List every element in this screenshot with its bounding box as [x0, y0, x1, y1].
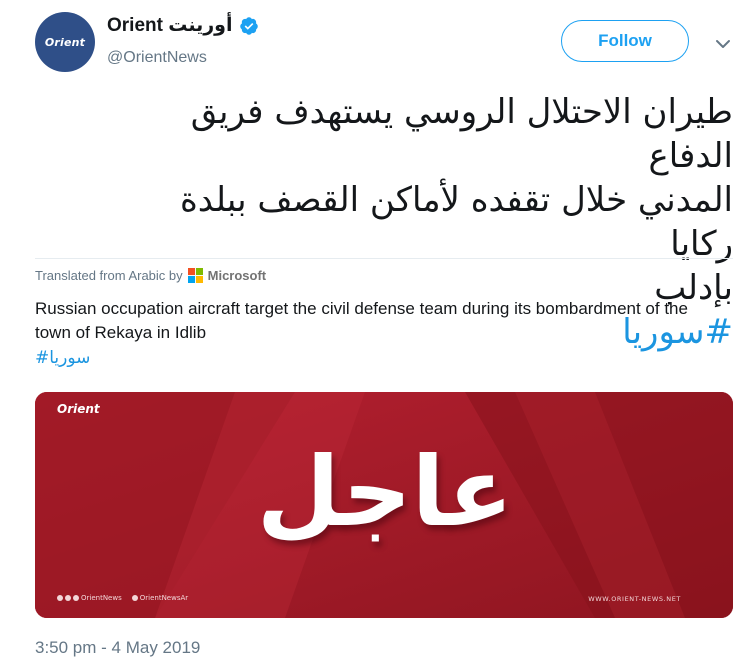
- microsoft-icon: [187, 268, 203, 283]
- tweet-card: Orient Orient أورينت @OrientNews Follow …: [0, 0, 753, 671]
- breaking-news-headline: عاجل: [256, 436, 514, 548]
- tweet-text-line: طيران الاحتلال الروسي يستهدف فريق الدفاع: [190, 92, 733, 176]
- translated-from-label: Translated from Arabic by: [35, 268, 183, 283]
- verified-badge-icon: [239, 16, 258, 35]
- media-social-handles: OrientNews OrientNewsAr: [57, 594, 188, 602]
- social-icon: [65, 595, 71, 601]
- social-handle: OrientNewsAr: [139, 594, 189, 602]
- social-icon: [57, 595, 63, 601]
- handle[interactable]: @OrientNews: [107, 49, 207, 67]
- timestamp-link[interactable]: 3:50 pm - 4 May 2019: [35, 638, 200, 658]
- display-name[interactable]: Orient أورينت: [107, 14, 233, 37]
- translated-text: Russian occupation aircraft target the c…: [35, 299, 688, 342]
- orient-logo: Orient: [44, 35, 86, 49]
- microsoft-label: Microsoft: [207, 268, 267, 283]
- translation-attribution: Translated from Arabic by Microsoft: [35, 268, 266, 283]
- social-handle: OrientNews: [81, 594, 122, 602]
- translated-hashtag-link[interactable]: #سوريا: [35, 348, 90, 368]
- social-icon: [131, 595, 138, 601]
- media-image[interactable]: Orient عاجل OrientNews OrientNewsAr WWW.…: [35, 392, 733, 618]
- divider: [35, 258, 733, 259]
- media-website: WWW.ORIENT-NEWS.NET: [588, 595, 681, 603]
- display-name-row[interactable]: Orient أورينت: [107, 14, 259, 37]
- follow-button[interactable]: Follow: [561, 20, 689, 62]
- media-orient-logo: Orient: [57, 402, 100, 416]
- social-icon: [73, 595, 79, 601]
- tweet-text-line: المدني خلال تقفده لأماكن القصف ببلدة ركا…: [179, 180, 733, 264]
- chevron-down-icon[interactable]: [715, 36, 731, 52]
- avatar[interactable]: Orient: [35, 12, 95, 72]
